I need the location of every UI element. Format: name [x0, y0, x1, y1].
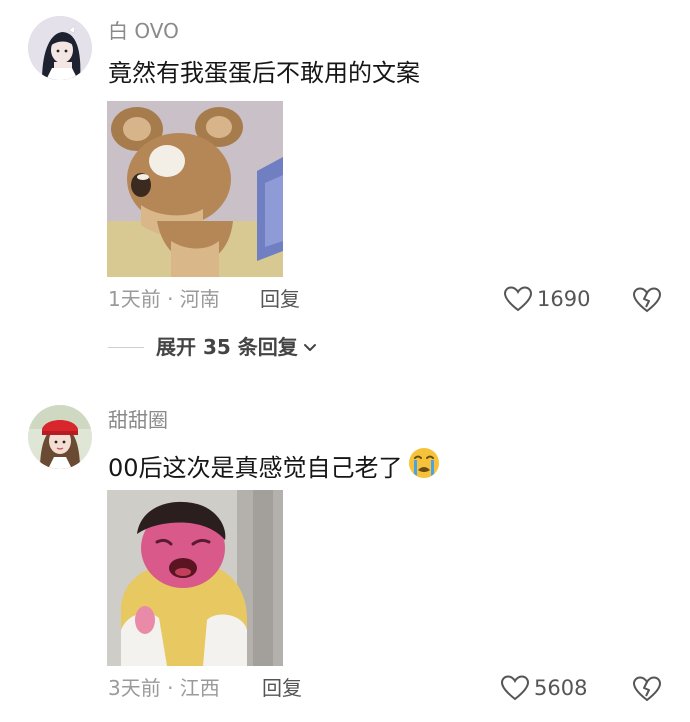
like-button[interactable]: 5608: [500, 673, 587, 703]
comment-text: 竟然有我蛋蛋后不敢用的文案: [108, 59, 420, 87]
expand-divider: [108, 346, 144, 348]
user-avatar[interactable]: [28, 16, 92, 80]
like-button[interactable]: 1690: [503, 284, 590, 314]
comment-text-row: 00后这次是真感觉自己老了: [108, 446, 441, 488]
expand-replies-label: 展开 35 条回复: [156, 335, 298, 359]
comment-meta: 3天前 · 江西: [108, 676, 220, 700]
comment-item: 甜甜圈 00后这次是真感觉自己老了 3天前 · 江西 回复 5608: [0, 390, 690, 722]
like-count: 5608: [534, 676, 588, 700]
comment-text: 00后这次是真感觉自己老了: [108, 454, 403, 482]
heart-icon: [503, 286, 533, 312]
girl-avatar-icon: [28, 16, 92, 80]
like-count: 1690: [537, 287, 591, 311]
girl-red-hat-avatar-icon: [28, 405, 92, 469]
comment-meta: 1天前 · 河南: [108, 287, 220, 311]
crying-face-emoji-icon: [407, 446, 441, 488]
expand-replies-button[interactable]: 展开 35 条回复: [108, 333, 318, 361]
username[interactable]: 白 OVO: [108, 19, 179, 43]
crying-baby-meme-image: [107, 490, 283, 666]
comment-item: 白 OVO 竟然有我蛋蛋后不敢用的文案 1天前 · 河南 回复 1690 展开 …: [0, 0, 690, 380]
heart-icon: [500, 675, 530, 701]
chevron-down-icon: [303, 344, 316, 351]
broken-heart-icon[interactable]: [632, 285, 662, 315]
reply-button[interactable]: 回复: [262, 676, 302, 700]
user-avatar[interactable]: [28, 405, 92, 469]
username[interactable]: 甜甜圈: [108, 408, 168, 432]
comment-image[interactable]: [107, 490, 283, 666]
reply-button[interactable]: 回复: [260, 287, 300, 311]
broken-heart-icon[interactable]: [632, 674, 662, 704]
comment-image[interactable]: [107, 101, 283, 277]
cartoon-mouse-meme-image: [107, 101, 283, 277]
